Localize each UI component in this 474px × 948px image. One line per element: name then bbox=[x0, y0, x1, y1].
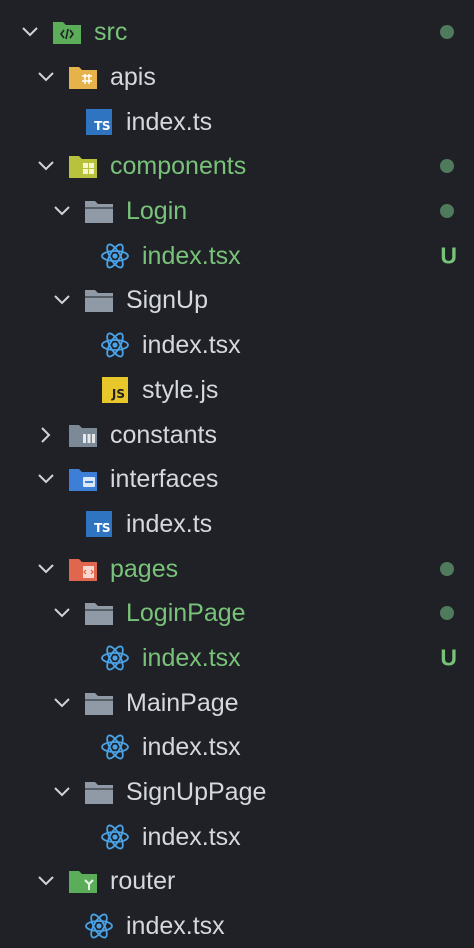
chevron-down-icon[interactable] bbox=[36, 469, 56, 489]
git-untracked-badge: U bbox=[440, 644, 457, 671]
tree-file-index-tsx[interactable]: index.tsx bbox=[0, 323, 474, 368]
git-modified-dot bbox=[440, 606, 454, 621]
chevron-down-icon[interactable] bbox=[36, 559, 56, 579]
javascript-icon: JS bbox=[100, 375, 130, 405]
tree-folder-loginpage[interactable]: LoginPage bbox=[0, 591, 474, 636]
tree-item-label: index.tsx bbox=[142, 822, 241, 851]
git-untracked-badge: U bbox=[440, 242, 457, 269]
tree-item-label: index.tsx bbox=[142, 733, 241, 762]
chevron-down-icon[interactable] bbox=[36, 67, 56, 87]
folder-icon bbox=[84, 285, 114, 315]
react-icon bbox=[100, 732, 130, 762]
tree-file-index-tsx[interactable]: index.tsx U bbox=[0, 636, 474, 681]
tree-item-label: Login bbox=[126, 197, 188, 226]
folder-icon bbox=[84, 196, 114, 226]
tree-file-index-tsx[interactable]: index.tsx bbox=[0, 904, 474, 948]
tree-folder-pages[interactable]: pages bbox=[0, 546, 474, 591]
tree-folder-src[interactable]: src bbox=[0, 10, 474, 55]
tree-file-index-ts[interactable]: TS index.ts bbox=[0, 99, 474, 144]
chevron-down-icon[interactable] bbox=[52, 290, 72, 310]
tree-item-label: index.tsx bbox=[126, 912, 225, 941]
react-icon bbox=[100, 330, 130, 360]
tree-item-label: router bbox=[110, 867, 176, 896]
tree-file-index-tsx[interactable]: index.tsx bbox=[0, 814, 474, 859]
react-icon bbox=[100, 822, 130, 852]
tree-folder-apis[interactable]: apis bbox=[0, 55, 474, 100]
git-modified-dot bbox=[440, 204, 454, 219]
tree-folder-constants[interactable]: constants bbox=[0, 412, 474, 457]
constants-folder-icon bbox=[68, 420, 98, 450]
tree-folder-signuppage[interactable]: SignUpPage bbox=[0, 770, 474, 815]
api-folder-icon bbox=[68, 62, 98, 92]
react-icon bbox=[84, 911, 114, 941]
folder-icon bbox=[84, 777, 114, 807]
tree-file-index-tsx[interactable]: index.tsx U bbox=[0, 233, 474, 278]
components-folder-icon bbox=[68, 151, 98, 181]
typescript-icon: TS bbox=[84, 509, 114, 539]
tree-item-label: apis bbox=[110, 63, 156, 92]
folder-icon bbox=[84, 598, 114, 628]
tree-item-label: index.tsx bbox=[142, 643, 241, 672]
tree-item-label: index.ts bbox=[126, 509, 213, 538]
file-explorer-tree: src apis TS index.ts components Login in… bbox=[0, 0, 474, 948]
tree-folder-mainpage[interactable]: MainPage bbox=[0, 680, 474, 725]
folder-icon bbox=[84, 688, 114, 718]
typescript-icon: TS bbox=[84, 107, 114, 137]
chevron-down-icon[interactable] bbox=[52, 201, 72, 221]
tree-folder-login[interactable]: Login bbox=[0, 189, 474, 234]
tree-item-label: style.js bbox=[142, 375, 219, 404]
tree-item-label: LoginPage bbox=[126, 599, 246, 628]
git-modified-dot bbox=[440, 159, 454, 174]
interfaces-folder-icon bbox=[68, 464, 98, 494]
tree-folder-components[interactable]: components bbox=[0, 144, 474, 189]
tree-item-label: index.ts bbox=[126, 107, 213, 136]
tree-folder-router[interactable]: router bbox=[0, 859, 474, 904]
chevron-down-icon[interactable] bbox=[36, 871, 56, 891]
tree-item-label: MainPage bbox=[126, 688, 239, 717]
tree-item-label: src bbox=[94, 18, 128, 47]
chevron-down-icon[interactable] bbox=[52, 603, 72, 623]
chevron-down-icon[interactable] bbox=[52, 693, 72, 713]
router-folder-icon bbox=[68, 866, 98, 896]
react-icon bbox=[100, 643, 130, 673]
tree-item-label: index.tsx bbox=[142, 241, 241, 270]
chevron-down-icon[interactable] bbox=[52, 782, 72, 802]
git-modified-dot bbox=[440, 25, 454, 40]
chevron-down-icon[interactable] bbox=[20, 22, 40, 42]
pages-folder-icon bbox=[68, 554, 98, 584]
tree-folder-signup[interactable]: SignUp bbox=[0, 278, 474, 323]
tree-file-style-js[interactable]: JS style.js bbox=[0, 368, 474, 413]
tree-item-label: SignUp bbox=[126, 286, 208, 315]
react-icon bbox=[100, 241, 130, 271]
src-folder-icon bbox=[52, 17, 82, 47]
git-modified-dot bbox=[440, 561, 454, 576]
tree-item-label: pages bbox=[110, 554, 179, 583]
tree-item-label: components bbox=[110, 152, 247, 181]
tree-item-label: interfaces bbox=[110, 465, 219, 494]
tree-item-label: index.tsx bbox=[142, 331, 241, 360]
tree-file-index-ts[interactable]: TS index.ts bbox=[0, 502, 474, 547]
tree-folder-interfaces[interactable]: interfaces bbox=[0, 457, 474, 502]
chevron-down-icon[interactable] bbox=[36, 156, 56, 176]
tree-file-index-tsx[interactable]: index.tsx bbox=[0, 725, 474, 770]
chevron-right-icon[interactable] bbox=[36, 425, 56, 445]
tree-item-label: SignUpPage bbox=[126, 778, 267, 807]
tree-item-label: constants bbox=[110, 420, 218, 449]
